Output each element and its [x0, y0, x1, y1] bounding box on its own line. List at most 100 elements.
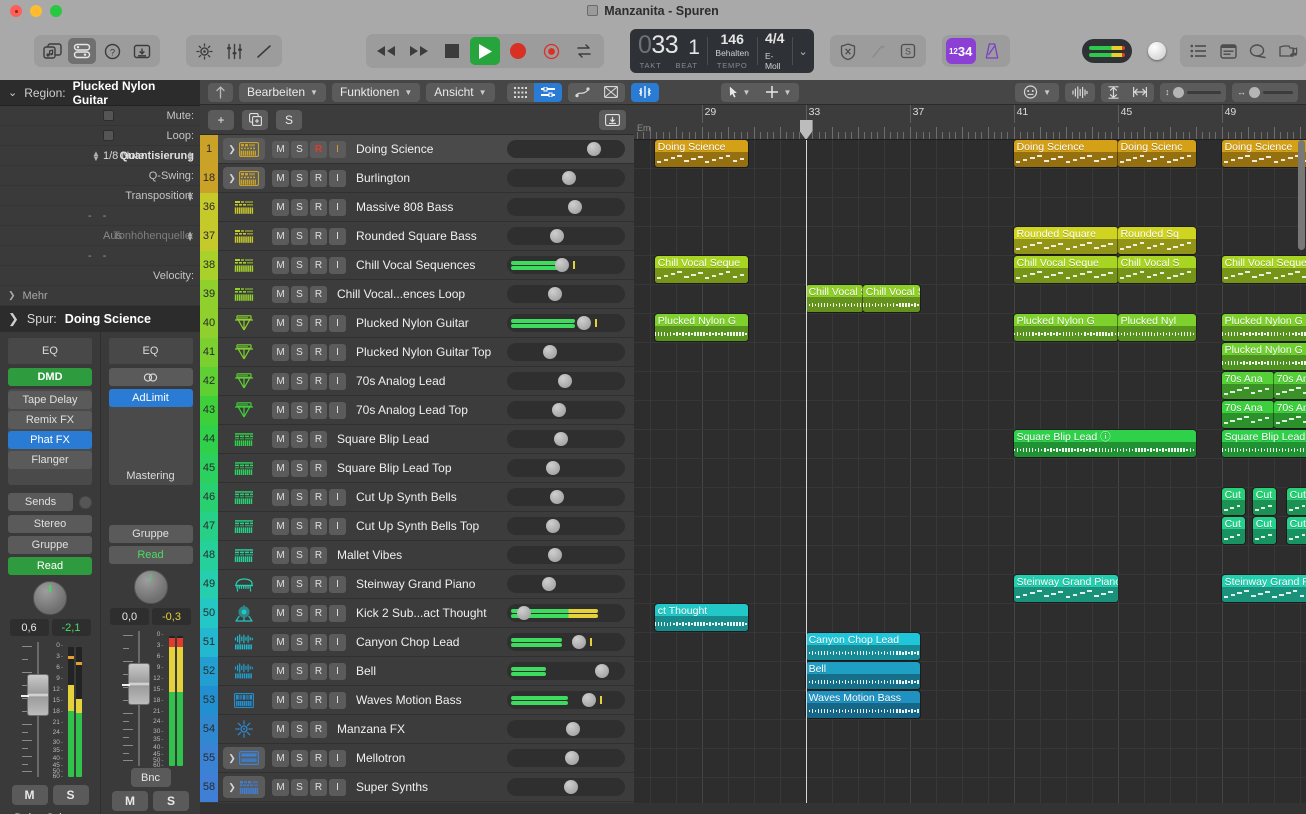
track-s-button[interactable]: S [291, 373, 308, 390]
track-s-button[interactable]: S [291, 489, 308, 506]
track-name-label[interactable]: Chill Vocal Sequences [356, 258, 507, 272]
record-toggle-icon[interactable] [536, 37, 566, 65]
track-s-button[interactable]: S [291, 315, 308, 332]
track-r-button[interactable]: R [310, 141, 327, 158]
track-i-button[interactable]: I [329, 576, 346, 593]
region[interactable]: Chill Vocal Seque [655, 256, 749, 283]
track-name-label[interactable]: Waves Motion Bass [356, 693, 507, 707]
lcd-position[interactable]: 033 1 TAKT BEAT [630, 29, 707, 73]
region[interactable]: Chill Vocal S [1118, 256, 1196, 283]
region[interactable]: Plucked Nylon G [1014, 314, 1118, 341]
region[interactable]: Doing Scienc [1118, 140, 1196, 167]
track-r-button[interactable]: R [310, 721, 327, 738]
track-m-button[interactable]: M [272, 605, 289, 622]
track-volume-slider[interactable] [507, 430, 625, 448]
track-row[interactable]: 48 MSR Mallet Vibes [200, 541, 634, 570]
zoom-button[interactable] [50, 5, 62, 17]
region[interactable]: Plucked Nylon G [655, 314, 749, 341]
sends-slot-a[interactable]: Sends [8, 493, 73, 511]
track-row[interactable]: 41 MSRI Plucked Nylon Guitar Top [200, 338, 634, 367]
smart-controls-icon[interactable] [190, 38, 218, 64]
loop-checkbox[interactable] [103, 130, 114, 141]
track-volume-slider[interactable] [507, 720, 625, 738]
track-row[interactable]: 58 ❯ MSRI Super Synths [200, 773, 634, 802]
flex-icon[interactable] [568, 83, 597, 102]
region[interactable]: Canyon Chop Lead [806, 633, 920, 660]
track-volume-slider[interactable] [507, 691, 625, 709]
track-s-button[interactable]: S [291, 721, 308, 738]
track-row[interactable]: 37 MSRI Rounded Square Bass [200, 222, 634, 251]
track-name-label[interactable]: Kick 2 Sub...act Thought [356, 606, 507, 620]
track-m-button[interactable]: M [272, 750, 289, 767]
snap-icon[interactable] [631, 83, 659, 102]
solo-button-b[interactable]: S [153, 791, 189, 811]
group-slot-b[interactable]: Gruppe [109, 525, 193, 543]
grid-icon[interactable] [507, 83, 534, 102]
track-m-button[interactable]: M [272, 257, 289, 274]
track-name-label[interactable]: Steinway Grand Piano [356, 577, 507, 591]
region[interactable]: Chill Vocal Seque [863, 285, 920, 312]
track-number[interactable]: 47 [200, 512, 218, 541]
track-r-button[interactable]: R [310, 170, 327, 187]
track-name-label[interactable]: Chill Vocal...ences Loop [337, 287, 507, 301]
region[interactable]: Plucked Nylon G [1222, 314, 1306, 341]
chevron-down-icon[interactable]: ⌄ [8, 86, 17, 99]
bounce-button[interactable]: Bnc [131, 768, 171, 787]
track-volume-slider[interactable] [507, 198, 625, 216]
region[interactable]: Doing Science [1014, 140, 1118, 167]
track-name-label[interactable]: 70s Analog Lead [356, 374, 507, 388]
region[interactable]: Cut [1222, 517, 1245, 544]
browser-icon[interactable] [1274, 38, 1302, 64]
track-icon-area[interactable] [223, 196, 265, 218]
track-m-button[interactable]: M [272, 431, 289, 448]
count-in-button[interactable]: 1234 [946, 38, 976, 64]
low-latency-icon[interactable] [834, 38, 862, 64]
track-volume-slider[interactable] [507, 140, 625, 158]
track-icon-area[interactable] [223, 544, 265, 566]
track-r-button[interactable]: R [310, 779, 327, 796]
track-icon-area[interactable]: ❯ [223, 747, 265, 769]
track-name-label[interactable]: Plucked Nylon Guitar [356, 316, 507, 330]
insert-slot-flanger[interactable]: Flanger [8, 451, 92, 469]
volume-fader-b[interactable] [119, 631, 147, 766]
region[interactable]: Steinway Grand Piano [1014, 575, 1118, 602]
stereo-icon[interactable] [109, 368, 193, 386]
track-r-button[interactable]: R [310, 547, 327, 564]
track-name-label[interactable]: Plucked Nylon Guitar Top [356, 345, 507, 359]
track-i-button[interactable]: I [329, 663, 346, 680]
track-s-button[interactable]: S [291, 286, 308, 303]
track-volume-slider[interactable] [507, 343, 625, 361]
track-row[interactable]: 55 ❯ MSRI Mellotron [200, 744, 634, 773]
track-icon-area[interactable]: ❯ [223, 776, 265, 798]
track-name-label[interactable]: Mellotron [356, 751, 507, 765]
track-m-button[interactable]: M [272, 199, 289, 216]
track-row[interactable]: 42 MSRI 70s Analog Lead [200, 367, 634, 396]
gain-value-b[interactable]: -0,3 [152, 608, 191, 625]
track-icon-area[interactable]: ❯ [223, 167, 265, 189]
region[interactable]: Chill Vocal Seque [1222, 256, 1306, 283]
track-icon-area[interactable] [223, 341, 265, 363]
track-i-button[interactable]: I [329, 518, 346, 535]
timeline-ruler[interactable]: 2933374145495357 Em [634, 105, 1306, 140]
duplicate-track-button[interactable] [242, 110, 268, 130]
mute-button-a[interactable]: M [12, 785, 48, 805]
track-row[interactable]: 53 MSRI Waves Motion Bass [200, 686, 634, 715]
track-s-button[interactable]: S [291, 460, 308, 477]
track-s-button[interactable]: S [291, 576, 308, 593]
track-s-button[interactable]: S [291, 750, 308, 767]
region[interactable]: Doing Science [655, 140, 749, 167]
vertical-zoom-knob[interactable] [1173, 87, 1184, 98]
eq-slot-b[interactable]: EQ [109, 338, 193, 364]
library-icon[interactable] [38, 38, 66, 64]
region[interactable]: Waves Motion Bass [806, 691, 920, 718]
track-number[interactable]: 40 [200, 309, 218, 338]
solo-button-a[interactable]: S [53, 785, 89, 805]
track-icon-area[interactable] [223, 254, 265, 276]
insert-slot-phat-fx[interactable]: Phat FX [8, 431, 92, 449]
track-name-label[interactable]: Super Synths [356, 780, 507, 794]
track-number[interactable]: 38 [200, 251, 218, 280]
track-volume-slider[interactable] [507, 459, 625, 477]
chevron-right-icon[interactable]: ❯ [228, 782, 236, 793]
track-name-label[interactable]: Cut Up Synth Bells [356, 490, 507, 504]
track-row[interactable]: 49 MSRI Steinway Grand Piano [200, 570, 634, 599]
